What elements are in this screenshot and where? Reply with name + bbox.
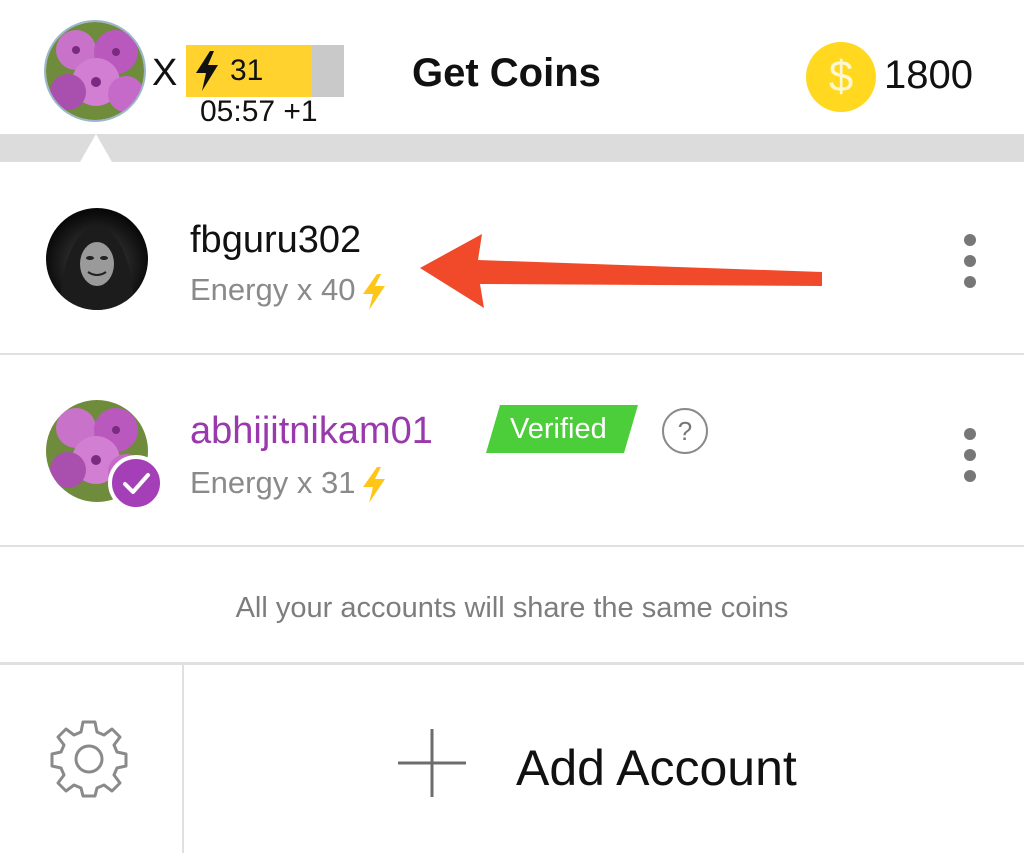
hooded-mask-avatar-image [60,226,134,310]
account-energy: Energy x 40 [190,272,387,310]
arrow-annotation [420,234,822,308]
account-avatar [46,208,148,310]
flower-avatar-image [46,22,144,120]
shared-coins-note: All your accounts will share the same co… [235,592,789,624]
account-row-abhijitnikam01[interactable]: abhijitnikam01 Verified ? Energy x 31 [0,355,1024,545]
account-energy-text: Energy x 31 [190,465,356,500]
energy-timer: 05:57 +1 [200,95,318,128]
energy-meter[interactable]: 31 [186,45,344,97]
add-account-button[interactable]: Add Account [184,665,1024,853]
verified-label: Verified [510,413,607,445]
help-icon[interactable]: ? [662,408,708,454]
verified-badge: Verified [486,405,638,453]
header: X 31 05:57 +1 Get Coins $ 1800 [0,0,1024,134]
dropdown-pointer [80,134,112,162]
energy-multiplier: X [152,52,178,94]
coin-icon[interactable]: $ [806,42,876,112]
energy-count: 31 [230,54,264,87]
account-energy: Energy x 31 [190,465,387,503]
account-energy-text: Energy x 40 [190,272,356,307]
settings-gear-icon[interactable] [46,716,132,802]
more-vertical-icon[interactable] [958,234,982,294]
plus-icon [398,729,466,797]
page-title: Get Coins [412,51,601,95]
account-username: fbguru302 [190,219,362,261]
row-divider [0,545,1024,547]
lightning-icon [363,273,386,310]
account-username: abhijitnikam01 [190,410,433,452]
current-account-avatar[interactable] [44,20,146,122]
lightning-icon [363,466,386,503]
add-account-label: Add Account [516,740,797,796]
lightning-icon [196,51,218,91]
check-badge-icon [108,455,164,511]
coin-balance: 1800 [884,53,973,97]
coin-symbol: $ [828,52,854,101]
dropdown-separator [0,134,1024,162]
more-vertical-icon[interactable] [958,428,982,488]
